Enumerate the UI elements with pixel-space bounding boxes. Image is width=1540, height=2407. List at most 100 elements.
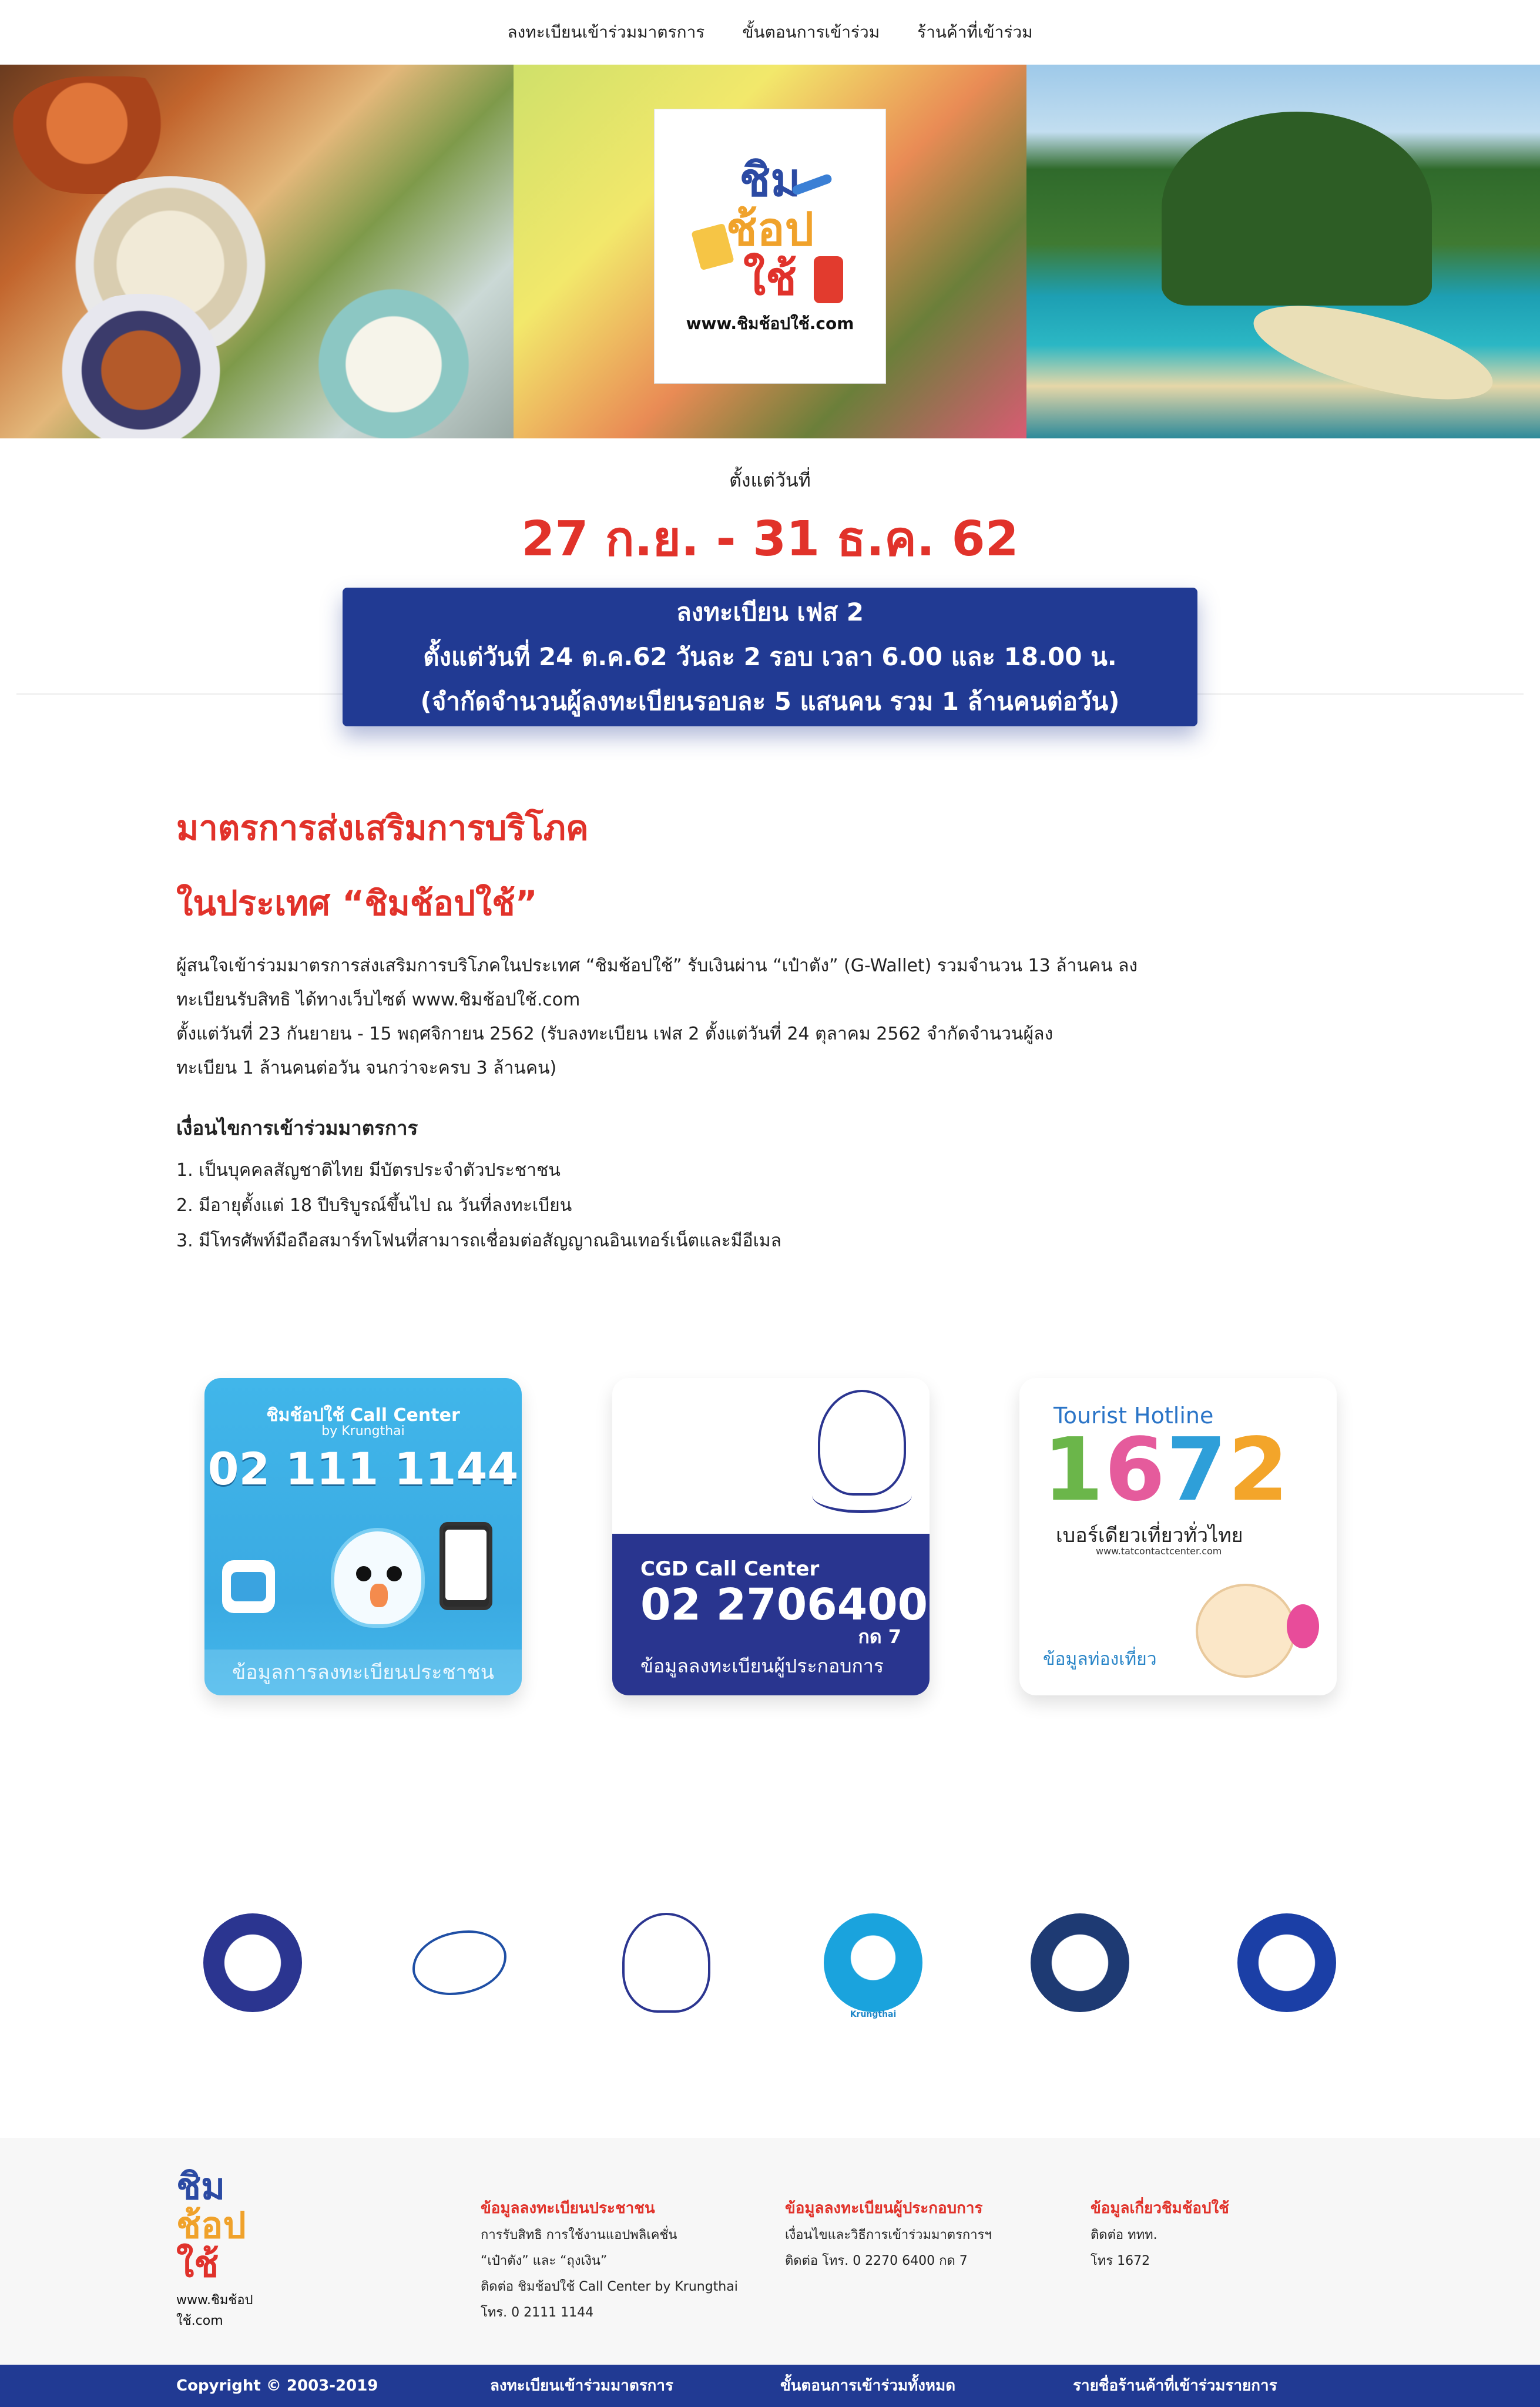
- top-nav: ลงทะเบียนเข้าร่วมมาตรการ ขั้นตอนการเข้าร…: [0, 0, 1540, 65]
- bottom-bar: Copyright © 2003-2019 ลงทะเบียนเข้าร่วมม…: [0, 2365, 1540, 2407]
- krungthai-bird-icon: [824, 1913, 922, 2012]
- tat-digit: 6: [1104, 1419, 1166, 1520]
- mascot-headphone-icon: [1287, 1604, 1319, 1648]
- footer-col-line: การรับสิทธิ การใช้งานแอปพลิเคชั่น: [481, 2228, 677, 2242]
- brand-logo: ชิม ช้อป ใช้: [726, 156, 814, 304]
- footer-col-heading[interactable]: ข้อมูลลงทะเบียนประชาชน: [481, 2195, 738, 2221]
- tat-logo[interactable]: [1234, 1910, 1340, 2016]
- bottom-steps-link[interactable]: ขั้นตอนการเข้าร่วมทั้งหมด: [780, 2365, 955, 2407]
- ministry-of-finance-logo[interactable]: [200, 1910, 306, 2016]
- suitcase-icon: [814, 256, 843, 303]
- date-range: 27 ก.ย. - 31 ธ.ค. 62: [521, 511, 1019, 567]
- footer-column-merchant: ข้อมูลลงทะเบียนผู้ประกอบการ เงื่อนไขและว…: [785, 2195, 992, 2274]
- nav-shops-link[interactable]: ร้านค้าที่เข้าร่วม: [917, 19, 1032, 45]
- tat-digit: 7: [1166, 1419, 1228, 1520]
- tat-card-number: 1672: [1043, 1419, 1290, 1520]
- phase2-banner[interactable]: ลงทะเบียน เฟส 2 ตั้งแต่วันที่ 24 ต.ค.62 …: [343, 588, 1197, 726]
- cgd-card-title: CGD Call Center: [640, 1557, 820, 1581]
- tat-card-url: www.tatcontactcenter.com: [1096, 1546, 1222, 1557]
- condition-item: 3. มีโทรศัพท์มือถือสมาร์ทโฟนที่สามารถเชื…: [176, 1231, 782, 1251]
- ktb-call-center-card[interactable]: ชิมช้อปใช้ Call Center by Krungthai 02 1…: [204, 1378, 522, 1695]
- hero-food-image: [0, 65, 514, 438]
- footer-logo-url: www.ชิมช้อปใช้.com: [176, 2293, 253, 2328]
- hero-logo-card[interactable]: ชิม ช้อป ใช้ www.ชิมช้อปใช้.com: [654, 109, 886, 384]
- footer-column-citizen: ข้อมูลลงทะเบียนประชาชน การรับสิทธิ การใช…: [481, 2195, 738, 2326]
- spending-office-logo[interactable]: [407, 1910, 512, 2016]
- garuda-emblem-icon: [622, 1913, 710, 2013]
- footer-column-about: ข้อมูลเกี่ยวชิมช้อปใช้ ติดต่อ ททท. โทร 1…: [1091, 2195, 1229, 2274]
- page-title: มาตรการส่งเสริมการบริโภค ในประเทศ “ชิมช้…: [176, 790, 1234, 941]
- conditions-heading: เงื่อนไขการเข้าร่วมมาตรการ: [176, 1117, 418, 1139]
- ministry-seal-icon: [1031, 1913, 1129, 2012]
- tourism-sports-ministry-logo[interactable]: [1027, 1910, 1133, 2016]
- nav-steps-link[interactable]: ขั้นตอนการเข้าร่วม: [742, 19, 880, 45]
- tat-card-footer: ข้อมูลท่องเที่ยว: [1043, 1649, 1157, 1670]
- phase-title: ลงทะเบียน เฟส 2: [676, 598, 864, 626]
- cgd-card-band: CGD Call Center 02 2706400 กด 7 ข้อมูลลง…: [612, 1534, 930, 1695]
- footer-col-heading[interactable]: ข้อมูลลงทะเบียนผู้ประกอบการ: [785, 2195, 992, 2221]
- comptroller-general-logo[interactable]: [613, 1910, 719, 2016]
- title-line1: มาตรการส่งเสริมการบริโภค: [176, 808, 589, 848]
- smartphone-screen-icon: [445, 1530, 487, 1600]
- phase-limit: (จำกัดจำนวนผู้ลงทะเบียนรอบละ 5 แสนคน รวม…: [420, 687, 1120, 716]
- tat-hotline-card[interactable]: Tourist Hotline 1672 เบอร์เดียวเที่ยวทั่…: [1019, 1378, 1337, 1695]
- logo-line1: ชิม: [176, 2165, 225, 2208]
- sauce-bowl-image: [35, 294, 247, 438]
- logo-line3: ใช้: [743, 253, 797, 306]
- ktb-card-footer: ข้อมูลการลงทะเบียนประชาชน: [204, 1650, 522, 1695]
- dessert-bowl-image: [282, 288, 505, 438]
- footer-logo[interactable]: ชิม ช้อป ใช้ www.ชิมช้อปใช้.com: [176, 2167, 294, 2331]
- mascot-bird-icon: [331, 1528, 425, 1628]
- nav-register-link[interactable]: ลงทะเบียนเข้าร่วมมาตรการ: [507, 19, 704, 45]
- swirl-logo-icon: [412, 1930, 506, 1995]
- ktb-card-phone: 02 111 1144: [207, 1443, 519, 1495]
- logo-line1: ชิม: [739, 154, 801, 207]
- bottom-shops-link[interactable]: รายชื่อร้านค้าที่เข้าร่วมรายการ: [1073, 2365, 1277, 2407]
- ktb-card-subtitle: by Krungthai: [321, 1424, 405, 1439]
- footer-col-line: โทร. 0 2111 1144: [481, 2305, 594, 2320]
- tat-seal-icon: [1237, 1913, 1336, 2012]
- bottom-register-link[interactable]: ลงทะเบียนเข้าร่วมมาตรการ: [490, 2365, 673, 2407]
- mascot-beak-icon: [370, 1584, 388, 1607]
- footer-col-line: ติดต่อ ททท.: [1091, 2228, 1157, 2242]
- condition-item: 1. เป็นบุคคลสัญชาติไทย มีบัตรประจำตัวประ…: [176, 1160, 561, 1181]
- krungthai-caption: Krungthai: [850, 2010, 897, 2019]
- krungthai-logo[interactable]: Krungthai: [820, 1910, 926, 2019]
- cgd-card-ext: กด 7: [858, 1625, 901, 1648]
- footer-col-line: เงื่อนไขและวิธีการเข้าร่วมมาตรการฯ: [785, 2228, 992, 2242]
- footer-col-heading[interactable]: ข้อมูลเกี่ยวชิมช้อปใช้: [1091, 2195, 1229, 2221]
- intro-paragraph: ผู้สนใจเข้าร่วมมาตรการส่งเสริมการบริโภคใ…: [176, 949, 1175, 1085]
- mascot-eye-icon: [387, 1566, 402, 1581]
- footer: ชิม ช้อป ใช้ www.ชิมช้อปใช้.com ข้อมูลลง…: [0, 2138, 1540, 2365]
- footer-col-line: ติดต่อ ชิมช้อปใช้ Call Center by Krungth…: [481, 2279, 738, 2294]
- brand-logo: ชิม ช้อป ใช้: [176, 2167, 294, 2284]
- hero-island-image: [1026, 65, 1540, 438]
- intro-line3: ตั้งแต่วันที่ 23 กันยายน - 15 พฤศจิกายน …: [176, 1024, 1053, 1044]
- logo-line2: ช้อป: [176, 2204, 246, 2247]
- condition-item: 2. มีอายุตั้งแต่ 18 ปีบริบูรณ์ขึ้นไป ณ ว…: [176, 1195, 572, 1216]
- intro-line1: ผู้สนใจเข้าร่วมมาตรการส่งเสริมการบริโภคใ…: [176, 956, 1138, 976]
- logo-line2: ช้อป: [726, 203, 814, 256]
- copyright-text: Copyright © 2003-2019: [176, 2377, 378, 2395]
- cgd-card-footer: ข้อมูลลงทะเบียนผู้ประกอบการ: [640, 1655, 884, 1677]
- tat-digit: 1: [1043, 1419, 1105, 1520]
- phase-schedule: ตั้งแต่วันที่ 24 ต.ค.62 วันละ 2 รอบ เวลา…: [423, 642, 1117, 671]
- footer-col-line: ติดต่อ โทร. 0 2270 6400 กด 7: [785, 2254, 968, 2268]
- logo-url: www.ชิมช้อปใช้.com: [686, 314, 854, 333]
- tat-digit: 2: [1227, 1419, 1290, 1520]
- logo-line3: ใช้: [176, 2242, 219, 2285]
- mascot-character-icon: [1196, 1584, 1296, 1678]
- island-mountain-image: [1162, 112, 1432, 306]
- cgd-call-center-card[interactable]: CGD Call Center 02 2706400 กด 7 ข้อมูลลง…: [612, 1378, 930, 1695]
- wallet-icon: [231, 1572, 266, 1601]
- title-line2: ในประเทศ “ชิมช้อปใช้”: [176, 883, 538, 923]
- mascot-eye-icon: [356, 1566, 371, 1581]
- partner-logos: Krungthai: [200, 1904, 1340, 2022]
- ministry-seal-icon: [203, 1913, 302, 2012]
- garuda-arc-icon: [812, 1478, 912, 1513]
- intro-line2: ทะเบียนรับสิทธิ ได้ทางเว็บไซต์ www.ชิมช้…: [176, 990, 581, 1010]
- footer-col-line: “เป๋าตัง” และ “ถุงเงิน”: [481, 2254, 608, 2268]
- conditions-list: 1. เป็นบุคคลสัญชาติไทย มีบัตรประจำตัวประ…: [176, 1153, 781, 1259]
- footer-col-line: โทร 1672: [1091, 2254, 1150, 2268]
- intro-line4: ทะเบียน 1 ล้านคนต่อวัน จนกว่าจะครบ 3 ล้า…: [176, 1058, 557, 1078]
